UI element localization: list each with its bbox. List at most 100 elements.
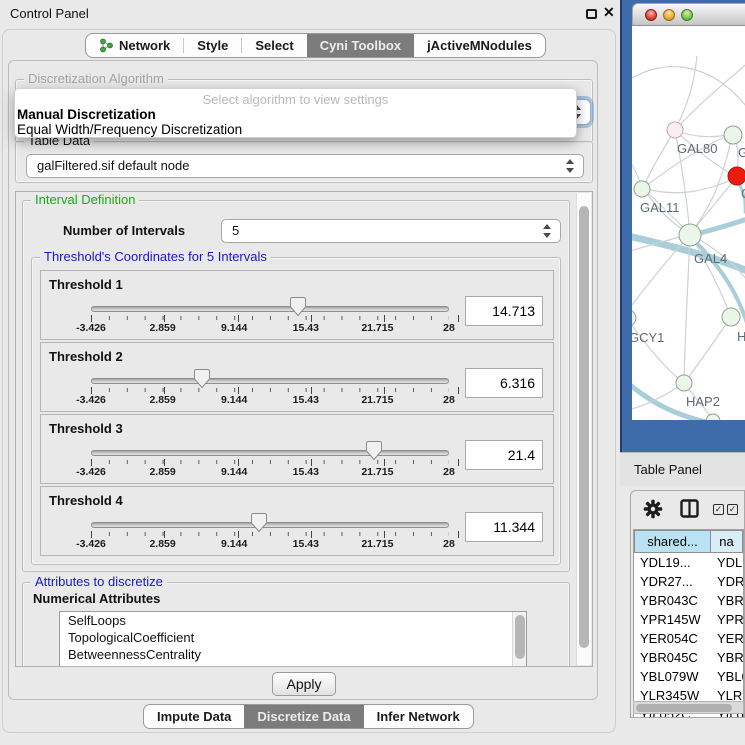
- table-row[interactable]: YBR043CYBR0: [634, 591, 743, 610]
- table-row[interactable]: YER054CYER0: [634, 629, 743, 648]
- slider-thumb[interactable]: [251, 513, 267, 533]
- list-scrollbar[interactable]: [512, 612, 526, 667]
- slider-track[interactable]: [91, 522, 449, 528]
- slider-track[interactable]: [91, 378, 449, 384]
- network-node[interactable]: [634, 181, 650, 197]
- cell-shared-name[interactable]: YBR043C: [634, 591, 711, 610]
- table-row[interactable]: YBR045CYBR0: [634, 648, 743, 667]
- cell-name[interactable]: YDR2: [711, 572, 743, 591]
- tick-mark: [311, 531, 312, 538]
- table-row[interactable]: YBL079WYBL0: [634, 667, 743, 686]
- pane-scrollbar[interactable]: [576, 193, 591, 665]
- tab-infer-network[interactable]: Infer Network: [364, 705, 473, 728]
- cell-name[interactable]: YBR0: [711, 591, 743, 610]
- network-node[interactable]: [632, 310, 636, 326]
- popup-option-manual-discretization[interactable]: Manual Discretization: [17, 107, 156, 122]
- checkbox-checked-icon[interactable]: ✓: [727, 504, 738, 515]
- attribute-list-item[interactable]: BetweennessCentrality: [60, 646, 526, 663]
- cell-name[interactable]: YBR0: [711, 648, 743, 667]
- node-label: H: [737, 329, 745, 344]
- network-canvas[interactable]: GAL80GACGAL11GAL4GCY1HHAP2: [632, 26, 745, 420]
- bottom-tab-bar: Impute Data Discretize Data Infer Networ…: [143, 704, 474, 729]
- slider-thumb[interactable]: [194, 369, 210, 389]
- network-node[interactable]: [706, 414, 720, 420]
- float-window-icon[interactable]: [586, 9, 597, 19]
- network-node[interactable]: [728, 167, 745, 185]
- tick-mark: [458, 531, 459, 538]
- control-panel-titlebar: Control Panel ✕: [0, 0, 620, 28]
- threshold-value-field[interactable]: 6.316: [465, 368, 543, 398]
- tab-select[interactable]: Select: [242, 34, 306, 57]
- node-attribute-table: shared... na YDL19...YDL1YDR27...YDR2YBR…: [633, 529, 744, 717]
- tick-mark: [91, 387, 92, 394]
- tick-mark: [238, 459, 239, 466]
- slider-track[interactable]: [91, 450, 449, 456]
- tab-cyni-toolbox[interactable]: Cyni Toolbox: [307, 34, 414, 57]
- table-row[interactable]: YPR145WYPR1: [634, 610, 743, 629]
- network-node[interactable]: [667, 122, 683, 138]
- tab-jactivemnodules-label: jActiveMNodules: [427, 38, 532, 53]
- threshold-value-field[interactable]: 11.344: [465, 512, 543, 542]
- cell-shared-name[interactable]: YBR045C: [634, 648, 711, 667]
- cell-name[interactable]: YDL1: [711, 553, 743, 572]
- slider-ticks: [91, 316, 449, 320]
- cell-name[interactable]: YBL0: [711, 667, 743, 686]
- tick-mark: [238, 387, 239, 394]
- tab-impute-data[interactable]: Impute Data: [144, 705, 244, 728]
- network-node[interactable]: [722, 308, 740, 326]
- cyni-toolbox-panel: Discretization Algorithm Table Data galF…: [8, 60, 598, 700]
- traffic-light-zoom-icon[interactable]: [681, 9, 693, 21]
- checkbox-checked-icon[interactable]: ✓: [713, 504, 724, 515]
- node-label: C: [741, 186, 745, 201]
- cell-shared-name[interactable]: YDR27...: [634, 572, 711, 591]
- split-column-icon[interactable]: [680, 499, 699, 518]
- tab-style[interactable]: Style: [184, 34, 241, 57]
- threshold-panel: Threshold 3-3.4262.8599.14415.4321.71528…: [40, 414, 554, 484]
- table-row[interactable]: YDR27...YDR2: [634, 572, 743, 591]
- table-hscrollbar-thumb[interactable]: [636, 704, 732, 712]
- tick-label: 9.144: [221, 394, 247, 406]
- tick-mark: [458, 315, 459, 322]
- table-data-combobox[interactable]: galFiltered.sif default node: [26, 154, 584, 178]
- apply-button[interactable]: Apply: [272, 672, 336, 696]
- close-icon[interactable]: ✕: [603, 4, 615, 21]
- tick-mark: [311, 459, 312, 466]
- column-header-name[interactable]: na: [711, 530, 743, 553]
- column-header-shared-name[interactable]: shared...: [634, 530, 711, 553]
- cell-name[interactable]: YPR1: [711, 610, 743, 629]
- tick-label: 2.859: [149, 538, 175, 550]
- threshold-value-field[interactable]: 14.713: [465, 296, 543, 326]
- number-of-intervals-combobox[interactable]: 5: [221, 219, 561, 243]
- gear-icon[interactable]: [643, 499, 663, 519]
- threshold-value-field[interactable]: 21.4: [465, 440, 543, 470]
- network-node[interactable]: [724, 126, 742, 144]
- table-row[interactable]: YDL19...YDL1: [634, 553, 743, 572]
- cell-shared-name[interactable]: YDL19...: [634, 553, 711, 572]
- threshold-label: Threshold 2: [49, 349, 123, 364]
- tick-mark: [384, 315, 385, 322]
- popup-option-equal-width-frequency[interactable]: Equal Width/Frequency Discretization: [17, 122, 242, 137]
- cell-shared-name[interactable]: YPR145W: [634, 610, 711, 629]
- slider-thumb[interactable]: [290, 297, 306, 317]
- network-node[interactable]: [679, 224, 701, 246]
- tab-discretize-data[interactable]: Discretize Data: [244, 705, 363, 728]
- tab-jactivemnodules[interactable]: jActiveMNodules: [414, 34, 545, 57]
- attribute-list-item[interactable]: TopologicalCoefficient: [60, 629, 526, 646]
- network-node[interactable]: [676, 375, 692, 391]
- cell-name[interactable]: YER0: [711, 629, 743, 648]
- list-scrollbar-thumb[interactable]: [515, 615, 525, 659]
- node-label: HAP2: [686, 394, 720, 409]
- tab-network[interactable]: Network: [86, 34, 183, 57]
- traffic-light-minimize-icon[interactable]: [663, 9, 675, 21]
- attribute-list-item[interactable]: SelfLoops: [60, 612, 526, 629]
- slider-track[interactable]: [91, 306, 449, 312]
- table-horizontal-scrollbar[interactable]: [633, 701, 744, 714]
- cell-shared-name[interactable]: YER054C: [634, 629, 711, 648]
- pane-scrollbar-thumb[interactable]: [579, 206, 589, 648]
- tick-mark: [384, 387, 385, 394]
- slider-thumb[interactable]: [366, 441, 382, 461]
- cell-shared-name[interactable]: YBL079W: [634, 667, 711, 686]
- table-panel-header: Table Panel: [620, 452, 745, 486]
- traffic-light-close-icon[interactable]: [645, 9, 657, 21]
- tick-label: 2.859: [149, 394, 175, 406]
